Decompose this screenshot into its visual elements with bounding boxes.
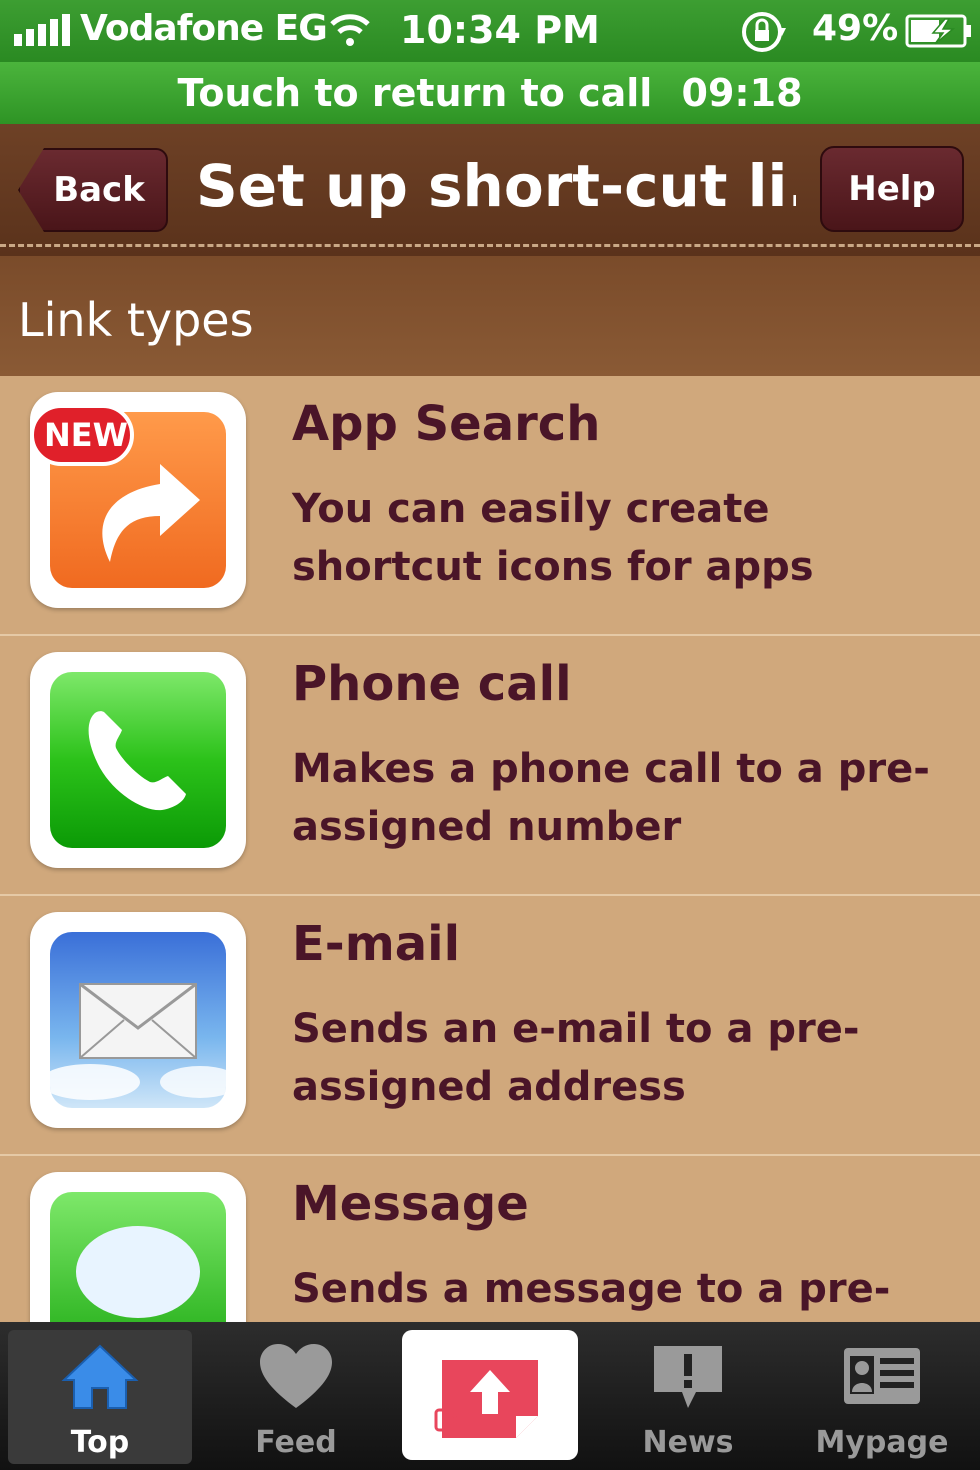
- mail-icon: [50, 932, 226, 1108]
- tab-post-upload[interactable]: [402, 1330, 578, 1460]
- call-duration: 09:18: [681, 71, 803, 115]
- tab-label: Top: [70, 1425, 130, 1460]
- list-item-description: You can easily create shortcut icons for…: [292, 486, 814, 590]
- heart-icon: [260, 1344, 332, 1408]
- list-item-description: Sends a message to a pre-: [292, 1266, 891, 1312]
- back-button[interactable]: Back: [18, 148, 168, 232]
- tab-bar: Top Feed News Mypage: [0, 1322, 980, 1470]
- tab-news[interactable]: News: [596, 1330, 780, 1464]
- app-search-icon-frame: NEW: [30, 392, 246, 608]
- return-to-call-banner[interactable]: Touch to return to call 09:18: [0, 62, 980, 124]
- list-item-description: Sends an e-mail to a pre-assigned addres…: [292, 1006, 860, 1110]
- list-item-app-search[interactable]: NEW App Search You can easily create sho…: [0, 376, 980, 636]
- link-types-list[interactable]: NEW App Search You can easily create sho…: [0, 376, 980, 1322]
- list-item-description: Makes a phone call to a pre-assigned num…: [292, 746, 930, 850]
- phone-icon-frame: [30, 652, 246, 868]
- signal-strength-icon: [14, 14, 70, 46]
- phone-icon: [50, 672, 226, 848]
- list-item-phone-call[interactable]: Phone call Makes a phone call to a pre-a…: [0, 636, 980, 896]
- list-item-title: E-mail: [292, 916, 461, 972]
- battery-percent: 49%: [812, 8, 899, 49]
- navigation-bar: Back Set up short-cut li... Help: [0, 124, 980, 256]
- home-icon: [61, 1344, 139, 1409]
- tab-top[interactable]: Top: [8, 1330, 192, 1464]
- help-button[interactable]: Help: [820, 146, 964, 232]
- mail-icon-frame: [30, 912, 246, 1128]
- list-item-title: App Search: [292, 396, 601, 452]
- list-item-title: Message: [292, 1176, 529, 1232]
- wifi-icon: [330, 14, 370, 46]
- profile-card-icon: [844, 1348, 920, 1404]
- carrier-name: Vodafone EG: [80, 8, 328, 49]
- message-icon-frame: [30, 1172, 246, 1322]
- tab-mypage[interactable]: Mypage: [790, 1330, 974, 1464]
- status-time: 10:34 PM: [400, 8, 600, 52]
- tab-label: Feed: [255, 1425, 337, 1460]
- stitch-divider: [0, 244, 980, 247]
- rotation-lock-icon: [742, 12, 786, 52]
- tab-label: Mypage: [815, 1425, 949, 1460]
- message-icon: [50, 1192, 226, 1322]
- tab-feed[interactable]: Feed: [204, 1330, 388, 1464]
- section-header: Link types: [0, 256, 980, 376]
- news-icon: [654, 1346, 722, 1408]
- list-item-email[interactable]: E-mail Sends an e-mail to a pre-assigned…: [0, 896, 980, 1156]
- return-to-call-text: Touch to return to call: [177, 71, 653, 115]
- status-bar: Vodafone EG 10:34 PM 49%: [0, 0, 980, 62]
- battery-icon: [905, 14, 971, 48]
- new-badge-label: NEW: [44, 416, 128, 454]
- list-item-title: Phone call: [292, 656, 572, 712]
- list-item-message[interactable]: Message Sends a message to a pre-: [0, 1156, 980, 1322]
- post-upload-icon: [434, 1360, 538, 1438]
- page-title: Set up short-cut li...: [196, 152, 796, 220]
- tab-label: News: [642, 1425, 734, 1460]
